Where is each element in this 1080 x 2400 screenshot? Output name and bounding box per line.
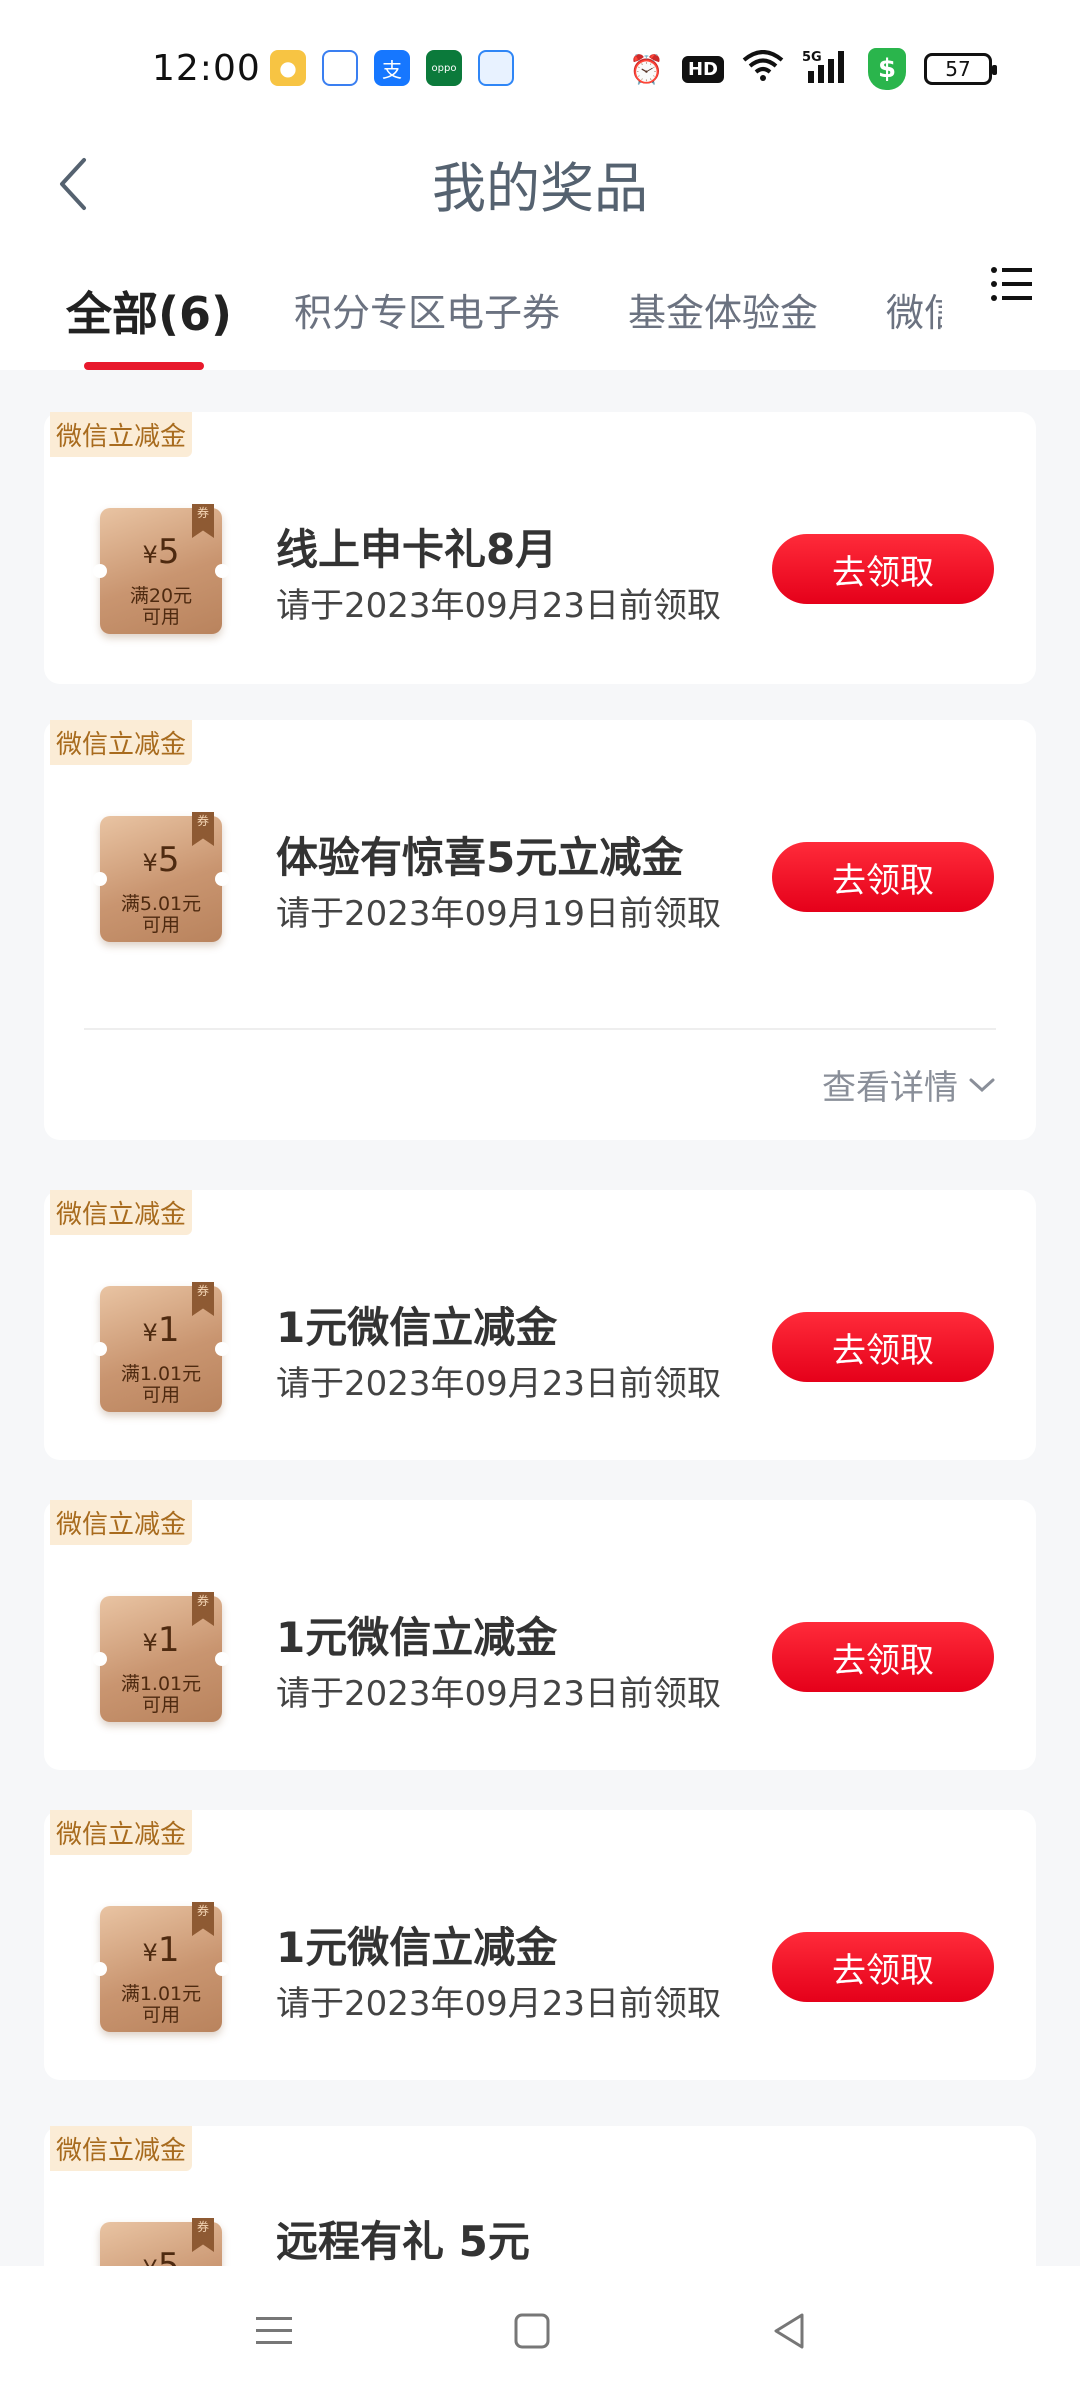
page-header: 我的奖品 全部(6) 积分专区电子券 基金体验金 微信 bbox=[0, 140, 1080, 370]
page-title: 我的奖品 bbox=[432, 157, 648, 220]
card-divider bbox=[84, 1028, 996, 1030]
tabs-menu-button[interactable] bbox=[984, 252, 1038, 316]
view-details-link[interactable]: 查看详情 bbox=[822, 1060, 996, 1109]
coupon-condition: 满1.01元 bbox=[120, 1983, 202, 2005]
view-details-label: 查看详情 bbox=[822, 1068, 958, 1108]
alarm-icon: ⏰ bbox=[629, 52, 664, 86]
prize-type-tag: 微信立减金 bbox=[50, 2126, 193, 2171]
coupon-condition: 满1.01元 bbox=[120, 1363, 202, 1385]
coupon-amount: 1 bbox=[157, 1930, 180, 1970]
prize-card: 微信立减金 券 ¥1 满1.01元 可用 1元微信立减金 请于2023年09月23… bbox=[44, 1500, 1036, 1770]
coupon-icon: 券 ¥5 满5.01元 可用 bbox=[93, 812, 229, 942]
tabs-fade bbox=[940, 250, 980, 320]
prize-type-tag: 微信立减金 bbox=[50, 412, 193, 457]
prize-type-tag: 微信立减金 bbox=[50, 1810, 193, 1855]
wifi-icon bbox=[742, 49, 784, 89]
system-nav-bar bbox=[0, 2266, 1080, 2400]
prize-type-tag: 微信立减金 bbox=[50, 1500, 193, 1545]
claim-button[interactable]: 去领取 bbox=[772, 1932, 994, 2002]
weibo-icon: ● bbox=[270, 50, 306, 86]
5g-signal-icon: 5G bbox=[802, 49, 850, 90]
oppo-icon: oppo bbox=[426, 50, 462, 86]
prize-title: 1元微信立减金 bbox=[276, 1613, 558, 1662]
active-tab-indicator bbox=[84, 362, 204, 370]
coupon-icon: 券 ¥5 满20元 可用 bbox=[93, 504, 229, 634]
coupon-amount: 1 bbox=[157, 1620, 180, 1660]
chevron-down-icon bbox=[969, 1078, 995, 1092]
coupon-amount: 5 bbox=[157, 840, 180, 880]
tab-all[interactable]: 全部(6) bbox=[66, 278, 232, 344]
prize-deadline: 请于2023年09月23日前领取 bbox=[276, 1984, 722, 2024]
prize-card: 微信立减金 券 ¥1 满1.01元 可用 1元微信立减金 请于2023年09月23… bbox=[44, 1190, 1036, 1460]
search-app-icon bbox=[478, 50, 514, 86]
prize-card: 微信立减金 券 ¥5 满5.01元 可用 体验有惊喜5元立减金 请于2023年09… bbox=[44, 720, 1036, 1140]
battery-indicator: 57 bbox=[924, 53, 997, 85]
status-time: 12:00 bbox=[152, 48, 261, 89]
prize-title: 体验有惊喜5元立减金 bbox=[276, 833, 684, 882]
list-menu-icon bbox=[991, 267, 1032, 301]
claim-button[interactable]: 去领取 bbox=[772, 1622, 994, 1692]
coupon-icon: 券 ¥5 bbox=[100, 2218, 222, 2266]
prize-type-tag: 微信立减金 bbox=[50, 1190, 193, 1235]
coupon-usable: 可用 bbox=[141, 1694, 180, 1716]
tab-wechat[interactable]: 微信 bbox=[886, 282, 942, 337]
coupon-amount: 5 bbox=[157, 532, 180, 572]
nav-back-button[interactable] bbox=[750, 2296, 830, 2366]
nav-menu-button[interactable] bbox=[234, 2296, 314, 2366]
coupon-condition: 满5.01元 bbox=[120, 893, 202, 915]
security-shield-icon: $ bbox=[868, 48, 906, 90]
prize-type-tag: 微信立减金 bbox=[50, 720, 193, 765]
coupon-usable: 可用 bbox=[141, 914, 180, 936]
prize-card: 微信立减金 券 ¥5 满20元 可用 线上申卡礼8月 请于2023年09月23日前… bbox=[44, 412, 1036, 684]
prize-deadline: 请于2023年09月19日前领取 bbox=[276, 894, 722, 934]
prize-title: 远程有礼 5元 bbox=[276, 2217, 530, 2266]
coupon-usable: 可用 bbox=[141, 606, 180, 628]
claim-button[interactable]: 去领取 bbox=[772, 1312, 994, 1382]
category-tabs: 全部(6) 积分专区电子券 基金体验金 微信 bbox=[0, 260, 1080, 370]
claim-button[interactable]: 去领取 bbox=[772, 534, 994, 604]
system-icons: ⏰ HD 5G $ 57 bbox=[629, 48, 997, 90]
tab-fund-trial[interactable]: 基金体验金 bbox=[628, 282, 818, 337]
hd-icon: HD bbox=[681, 55, 724, 83]
tab-points-vouchers[interactable]: 积分专区电子券 bbox=[294, 282, 560, 337]
coupon-amount: 5 bbox=[157, 2246, 180, 2266]
coupon-usable: 可用 bbox=[141, 2004, 180, 2026]
prize-card: 微信立减金 券 ¥5 远程有礼 5元 bbox=[44, 2126, 1036, 2266]
prize-card: 微信立减金 券 ¥1 满1.01元 可用 1元微信立减金 请于2023年09月23… bbox=[44, 1810, 1036, 2080]
coupon-condition: 满1.01元 bbox=[120, 1673, 202, 1695]
alipay-icon: 支 bbox=[374, 50, 410, 86]
menu-icon bbox=[256, 2317, 292, 2344]
coupon-icon: 券 ¥1 满1.01元 可用 bbox=[93, 1902, 229, 2032]
nav-home-button[interactable] bbox=[492, 2296, 572, 2366]
prize-title: 线上申卡礼8月 bbox=[276, 525, 558, 574]
back-triangle-icon bbox=[774, 2313, 804, 2349]
notification-icons: ● 支 oppo bbox=[270, 50, 514, 86]
svg-text:5G: 5G bbox=[802, 50, 822, 65]
status-bar: 12:00 ● 支 oppo ⏰ HD 5G $ 57 bbox=[0, 0, 1080, 140]
prize-deadline: 请于2023年09月23日前领取 bbox=[276, 586, 722, 626]
prize-deadline: 请于2023年09月23日前领取 bbox=[276, 1674, 722, 1714]
prize-list: 微信立减金 券 ¥5 满20元 可用 线上申卡礼8月 请于2023年09月23日前… bbox=[0, 370, 1080, 2266]
coupon-condition: 满20元 bbox=[129, 585, 193, 607]
prize-title: 1元微信立减金 bbox=[276, 1923, 558, 1972]
home-square-icon bbox=[514, 2313, 550, 2349]
prize-deadline: 请于2023年09月23日前领取 bbox=[276, 1364, 722, 1404]
claim-button[interactable]: 去领取 bbox=[772, 842, 994, 912]
qq-browser-icon bbox=[322, 50, 358, 86]
prize-title: 1元微信立减金 bbox=[276, 1303, 558, 1352]
coupon-icon: 券 ¥1 满1.01元 可用 bbox=[93, 1592, 229, 1722]
coupon-usable: 可用 bbox=[141, 1384, 180, 1406]
coupon-icon: 券 ¥1 满1.01元 可用 bbox=[93, 1282, 229, 1412]
coupon-amount: 1 bbox=[157, 1310, 180, 1350]
